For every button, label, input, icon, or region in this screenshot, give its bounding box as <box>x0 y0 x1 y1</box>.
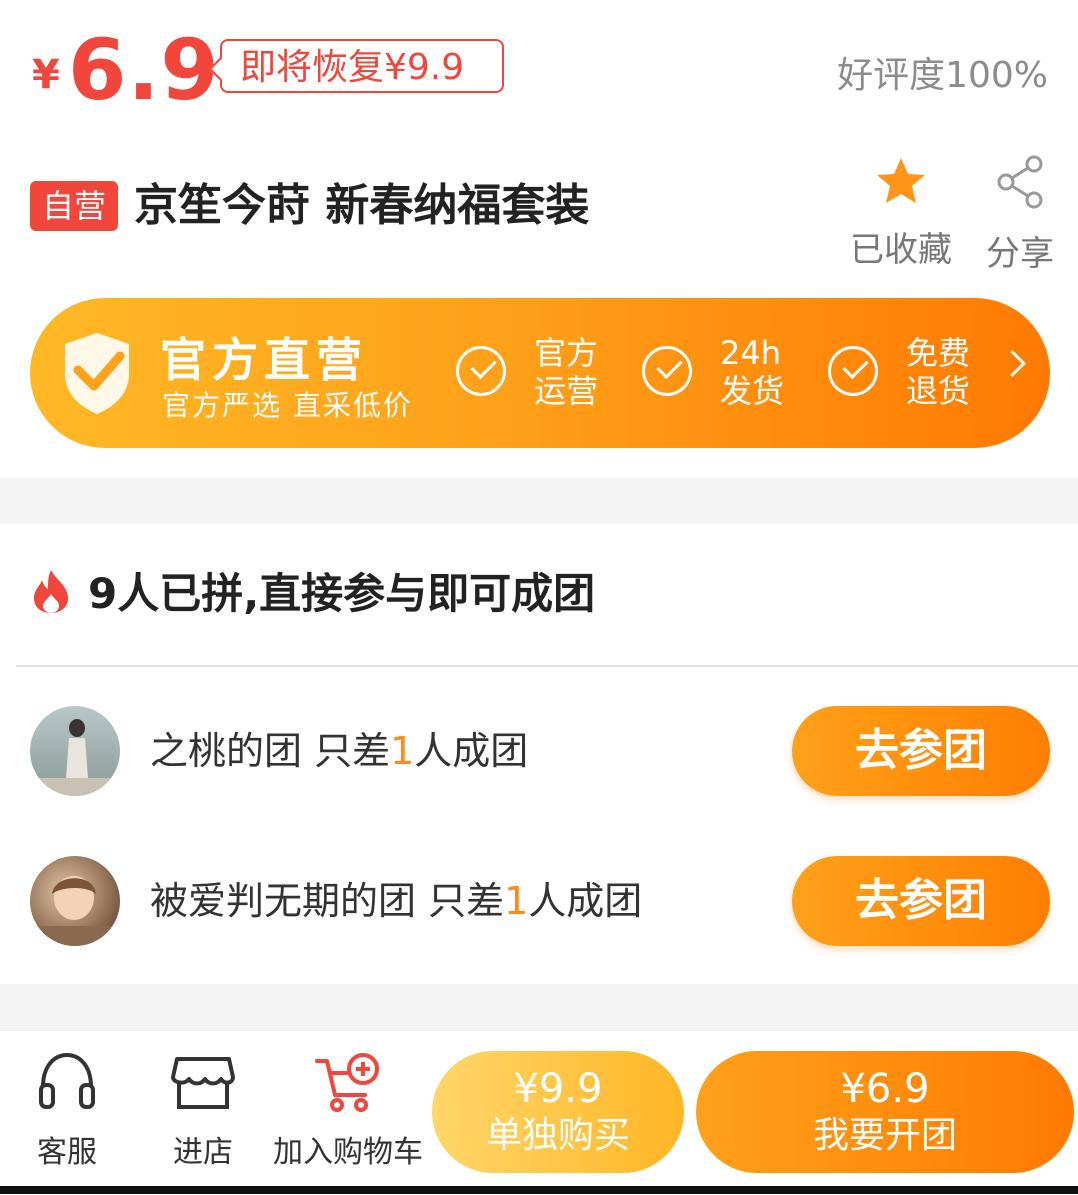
share-button[interactable]: 分享 <box>982 152 1058 275</box>
group-title: 9人已拼,直接参与即可成团 <box>88 569 596 618</box>
group-row-prefix: 被爱判无期的团 只差 <box>150 879 505 923</box>
chevron-right-icon <box>999 350 1026 377</box>
feature-line2: 运营 <box>534 372 599 410</box>
group-row: 之桃的团 只差1人成团 去参团 <box>0 696 1078 806</box>
section-divider <box>0 984 1078 1030</box>
cart-add-icon <box>315 1053 379 1112</box>
avatar <box>30 856 120 946</box>
start-group-button[interactable]: ¥6.9 我要开团 <box>696 1051 1074 1173</box>
bottom-action-bar: 客服 进店 加入购物车 ¥9.9 单独购买 ¥6.9 我要开团 <box>0 1030 1078 1195</box>
restore-price-tag: 即将恢复¥9.9 <box>220 39 504 93</box>
rating-text: 好评度100% <box>837 55 1048 96</box>
group-row: 被爱判无期的团 只差1人成团 去参团 <box>0 846 1078 956</box>
system-nav-strip <box>0 1186 1078 1194</box>
solo-price: ¥9.9 <box>513 1066 603 1112</box>
customer-service-button[interactable]: 客服 <box>30 1051 104 1171</box>
customer-service-label: 客服 <box>37 1135 97 1170</box>
group-row-count: 1 <box>504 879 529 923</box>
shield-check-icon <box>65 333 129 414</box>
favorite-label: 已收藏 <box>850 230 952 270</box>
group-price: ¥6.9 <box>840 1066 930 1112</box>
add-to-cart-label: 加入购物车 <box>273 1135 423 1170</box>
banner-title: 官方直营 <box>160 333 368 387</box>
price-currency: ¥ <box>32 52 60 98</box>
group-row-text: 被爱判无期的团 只差1人成团 <box>150 874 642 928</box>
official-store-banner[interactable]: 官方直营 官方严选 直采低价 官方 运营 24h 发货 免费 退货 <box>30 298 1050 448</box>
feature-line2: 发货 <box>720 372 785 410</box>
avatar <box>30 706 120 796</box>
check-circle-icon <box>828 346 878 396</box>
group-row-count: 1 <box>390 729 415 773</box>
feature-24h-shipping: 24h 发货 <box>642 334 812 414</box>
price-amount: 6.9 <box>68 21 220 119</box>
banner-subtitle: 官方严选 直采低价 <box>162 389 413 422</box>
star-icon <box>877 158 925 203</box>
feature-line2: 退货 <box>906 372 971 410</box>
feature-line1: 免费 <box>906 334 971 372</box>
feature-line1: 24h <box>720 334 781 372</box>
solo-label: 单独购买 <box>485 1115 630 1156</box>
share-icon <box>997 155 1043 209</box>
join-group-button[interactable]: 去参团 <box>792 706 1050 796</box>
buy-alone-button[interactable]: ¥9.9 单独购买 <box>432 1051 684 1173</box>
share-label: 分享 <box>986 234 1054 274</box>
check-circle-icon <box>642 346 692 396</box>
group-row-prefix: 之桃的团 只差 <box>150 729 391 773</box>
self-operated-badge: 自营 <box>30 181 118 231</box>
price-row: ¥ 6.9 即将恢复¥9.9 好评度100% <box>0 0 1078 130</box>
feature-official-operation: 官方 运营 <box>456 334 626 414</box>
section-divider <box>0 478 1078 524</box>
divider <box>16 665 1078 667</box>
join-group-button[interactable]: 去参团 <box>792 856 1050 946</box>
feature-free-returns: 免费 退货 <box>828 334 998 414</box>
product-title: 京笙今莳 新春纳福套装 <box>134 180 590 231</box>
enter-store-label: 进店 <box>173 1135 233 1170</box>
group-row-suffix: 人成团 <box>414 729 529 773</box>
enter-store-button[interactable]: 进店 <box>166 1051 240 1171</box>
feature-line1: 官方 <box>534 334 599 372</box>
flame-icon <box>34 570 68 613</box>
group-row-suffix: 人成团 <box>528 879 643 923</box>
store-icon <box>171 1057 235 1109</box>
check-circle-icon <box>456 346 506 396</box>
favorite-button[interactable]: 已收藏 <box>846 152 956 271</box>
group-label: 我要开团 <box>812 1115 957 1156</box>
headset-icon <box>39 1052 95 1109</box>
add-to-cart-button[interactable]: 加入购物车 <box>272 1051 424 1171</box>
group-row-text: 之桃的团 只差1人成团 <box>150 724 528 778</box>
